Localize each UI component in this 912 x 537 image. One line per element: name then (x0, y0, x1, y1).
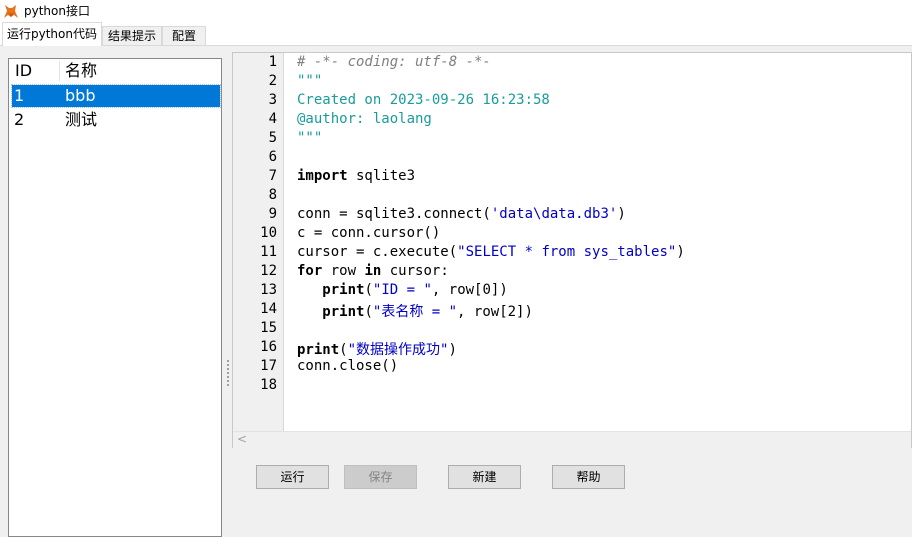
column-header-id[interactable]: ID (15, 59, 32, 83)
vertical-scrollbar[interactable] (895, 53, 911, 431)
code-line[interactable]: cursor = c.execute("SELECT * from sys_ta… (297, 244, 685, 260)
line-number: 13 (260, 282, 277, 298)
help-button[interactable]: 帮助 (552, 465, 625, 489)
tab-run-python[interactable]: 运行python代码 (2, 22, 102, 46)
line-number: 4 (268, 111, 277, 127)
code-token: "ID = " (372, 282, 432, 298)
window-title: python接口 (24, 4, 90, 18)
row-id: 2 (14, 110, 25, 129)
line-number: 3 (268, 92, 277, 108)
code-line[interactable]: print("ID = ", row[0]) (297, 282, 508, 298)
line-number: 2 (268, 73, 277, 89)
fox-icon (4, 5, 18, 18)
code-editor[interactable]: 1 2 3 4 5 6 7 8 9 10 11 12 13 14 15 16 17 18 # -*- coding… (232, 52, 912, 448)
code-token: @author: laolang (297, 111, 432, 127)
tab-config[interactable]: 配置 (162, 26, 206, 46)
code-line[interactable]: print("表名称 = ", row[2]) (297, 301, 533, 321)
tab-results[interactable]: 结果提示 (102, 26, 162, 46)
code-token: , row[2]) (457, 304, 533, 320)
code-token: sqlite3 (347, 168, 416, 184)
line-number: 1 (268, 54, 277, 70)
code-token: print (297, 342, 340, 358)
code-line[interactable]: # -*- coding: utf-8 -*- (297, 54, 491, 70)
table-list-header: ID 名称 (9, 59, 221, 83)
code-line[interactable]: import sqlite3 (297, 168, 415, 184)
code-line[interactable]: conn = sqlite3.connect('data\data.db3') (297, 206, 626, 222)
line-number: 18 (260, 377, 277, 393)
code-token: print (322, 304, 365, 320)
table-list[interactable]: ID 名称 1 bbb 2 测试 (8, 58, 222, 537)
code-token: in (364, 263, 382, 279)
line-number: 8 (268, 187, 277, 203)
code-line[interactable]: for row in cursor: (297, 263, 449, 279)
scroll-left-icon[interactable]: < (237, 432, 247, 447)
code-line[interactable]: Created on 2023-09-26 16:23:58 (297, 92, 550, 108)
code-token: row (322, 263, 365, 279)
panel-splitter[interactable] (224, 46, 232, 537)
code-token: ( (364, 304, 373, 320)
code-token: import (297, 168, 348, 184)
code-line[interactable]: """ (297, 73, 322, 89)
code-token: ( (339, 342, 348, 358)
line-number-gutter: 1 2 3 4 5 6 7 8 9 10 11 12 13 14 15 16 17 18 (233, 53, 284, 431)
line-number: 9 (268, 206, 277, 222)
row-name: bbb (65, 86, 96, 105)
code-token: for (297, 263, 323, 279)
line-number: 11 (260, 244, 277, 260)
line-number: 5 (268, 130, 277, 146)
code-token: conn.close() (297, 358, 399, 374)
save-button[interactable]: 保存 (344, 465, 417, 489)
code-token: "SELECT * from sys_tables" (457, 244, 677, 260)
line-number: 17 (260, 358, 277, 374)
line-number: 6 (268, 149, 277, 165)
line-number: 15 (260, 320, 277, 336)
code-line[interactable]: @author: laolang (297, 111, 432, 127)
row-name: 测试 (65, 110, 98, 129)
run-button[interactable]: 运行 (256, 465, 329, 489)
code-token: cursor: (381, 263, 449, 279)
line-number: 16 (260, 339, 277, 355)
code-token: print (322, 282, 365, 298)
code-line[interactable]: """ (297, 130, 322, 146)
code-token: 'data\data.db3' (490, 206, 618, 222)
code-token: """ (297, 73, 323, 89)
code-token: ( (364, 282, 373, 298)
code-token: ) (676, 244, 685, 260)
code-token: "数据操作成功" (347, 342, 449, 358)
code-token: c = conn.cursor() (297, 225, 441, 241)
code-token: Created on 2023-09-26 16:23:58 (297, 92, 550, 108)
line-number: 10 (260, 225, 277, 241)
table-row[interactable]: 2 测试 (12, 109, 220, 131)
column-header-name[interactable]: 名称 (65, 59, 97, 83)
code-token: """ (297, 130, 323, 146)
line-number: 7 (268, 168, 277, 184)
code-token: cursor = c.execute( (297, 244, 458, 260)
code-token: "表名称 = " (372, 304, 458, 320)
code-line[interactable]: c = conn.cursor() (297, 225, 440, 241)
tab-strip: 运行python代码 结果提示 配置 (0, 22, 912, 46)
code-token: conn = sqlite3.connect( (297, 206, 491, 222)
code-token: # -*- coding: utf-8 -*- (297, 54, 491, 70)
column-separator[interactable] (59, 61, 60, 81)
table-row[interactable]: 1 bbb (11, 84, 221, 108)
title-bar: python接口 (0, 0, 912, 22)
code-token: ) (617, 206, 626, 222)
code-token: ) (448, 342, 457, 358)
code-token: , row[0]) (431, 282, 508, 298)
line-number: 14 (260, 301, 277, 317)
new-button[interactable]: 新建 (448, 465, 521, 489)
code-line[interactable]: print("数据操作成功") (297, 339, 457, 359)
row-id: 1 (14, 86, 25, 105)
line-number: 12 (260, 263, 277, 279)
horizontal-scrollbar[interactable]: < (233, 431, 911, 448)
code-line[interactable]: conn.close() (297, 358, 398, 374)
